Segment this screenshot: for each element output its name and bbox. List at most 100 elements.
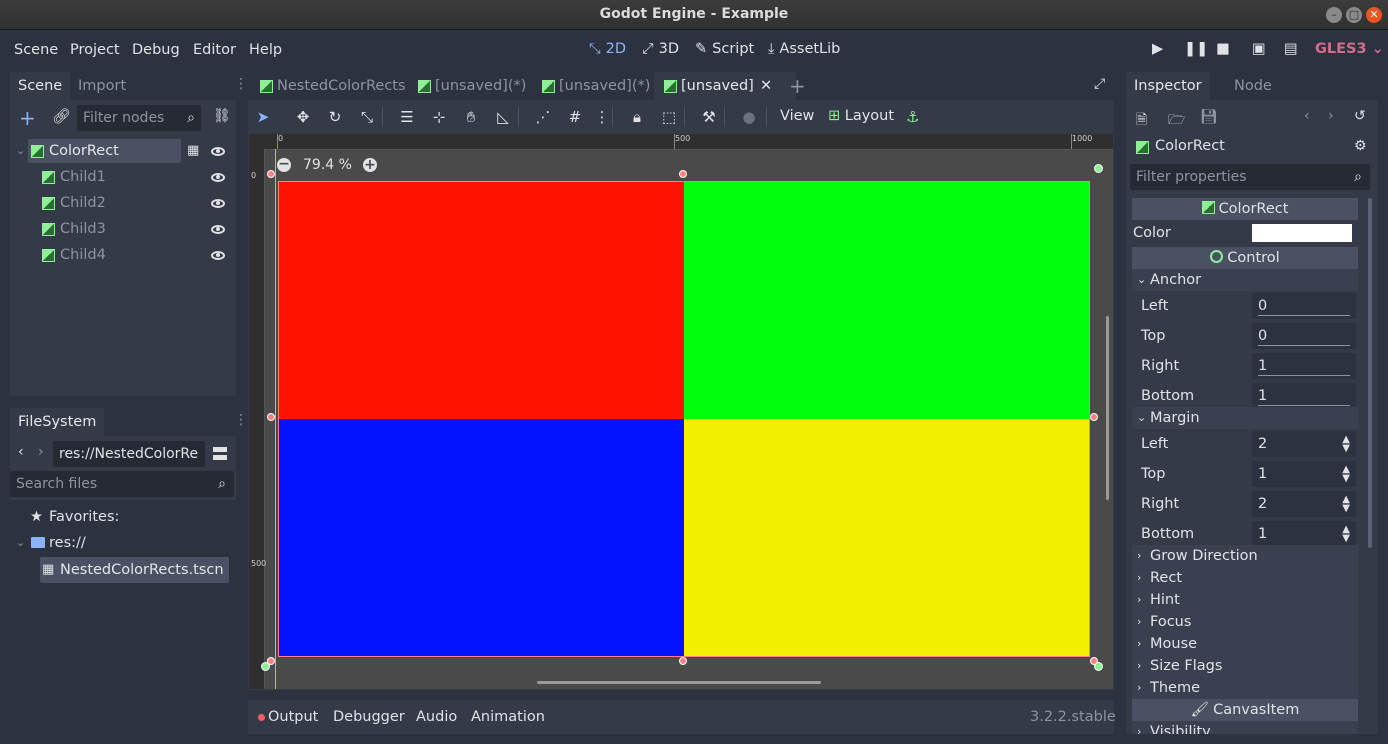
anchor-right-input[interactable]: 1 bbox=[1252, 353, 1356, 379]
group-focus[interactable]: › Focus bbox=[1132, 611, 1358, 633]
color-picker-button[interactable] bbox=[1252, 224, 1352, 242]
pause-icon[interactable]: ❚❚ bbox=[1184, 41, 1208, 57]
tree-row-child3[interactable]: Child3 bbox=[10, 216, 236, 242]
tab-audio[interactable]: Audio bbox=[416, 709, 457, 725]
back-icon[interactable]: ‹ bbox=[18, 444, 24, 460]
group-mouse[interactable]: › Mouse bbox=[1132, 633, 1358, 655]
vertical-scrollbar[interactable] bbox=[1106, 316, 1109, 500]
scene-tab-unsaved-2[interactable]: [unsaved](*) bbox=[530, 72, 670, 100]
group-size-flags[interactable]: › Size Flags bbox=[1132, 655, 1358, 677]
child3-rect[interactable] bbox=[279, 419, 684, 656]
camera-icon[interactable]: ● bbox=[736, 103, 762, 131]
inspector-scrollbar[interactable] bbox=[1368, 198, 1372, 548]
save-resource-icon[interactable]: 💾︎ bbox=[1200, 109, 1218, 125]
spin-arrows-icon[interactable]: ▲ ▼ bbox=[1342, 495, 1350, 514]
group-hint[interactable]: › Hint bbox=[1132, 589, 1358, 611]
clapboard-icon[interactable]: ▦ bbox=[187, 138, 199, 164]
layout-menu[interactable]: ⊞ Layout bbox=[828, 108, 894, 124]
inspected-object[interactable]: ColorRect bbox=[1155, 138, 1225, 154]
anchor-handle[interactable] bbox=[1094, 164, 1103, 173]
margin-right-spinbox[interactable]: 2 ▲ ▼ bbox=[1252, 491, 1356, 517]
group-rect[interactable]: › Rect bbox=[1132, 567, 1358, 589]
chevron-down-icon[interactable]: ⌄ bbox=[16, 530, 25, 556]
child2-rect[interactable] bbox=[684, 182, 1089, 419]
move-mode-icon[interactable]: ✥ bbox=[290, 103, 316, 131]
margin-left-spinbox[interactable]: 2 ▲ ▼ bbox=[1252, 431, 1356, 457]
resize-handle[interactable] bbox=[267, 170, 275, 178]
main-tab-assetlib[interactable]: ⤓ AssetLib bbox=[768, 41, 840, 57]
forward-icon[interactable]: › bbox=[38, 444, 44, 460]
menu-scene[interactable]: Scene bbox=[14, 42, 58, 58]
tab-animation[interactable]: Animation bbox=[471, 709, 545, 725]
spin-arrows-icon[interactable]: ▲ ▼ bbox=[1342, 525, 1350, 544]
scene-tab-unsaved-active[interactable]: [unsaved] ✕ bbox=[654, 72, 796, 100]
ruler-mode-icon[interactable]: ◺ bbox=[490, 103, 516, 131]
smart-snap-icon[interactable]: ⋰ bbox=[530, 103, 556, 131]
group-icon[interactable]: ⬚ bbox=[656, 103, 682, 131]
tree-row-child2[interactable]: Child2 bbox=[10, 190, 236, 216]
tab-debugger[interactable]: Debugger bbox=[333, 709, 405, 725]
resize-handle[interactable] bbox=[679, 170, 687, 178]
scene-tab-unsaved-1[interactable]: [unsaved](*) bbox=[406, 72, 546, 100]
group-margin[interactable]: ⌄ Margin bbox=[1132, 407, 1358, 429]
margin-top-spinbox[interactable]: 1 ▲ ▼ bbox=[1252, 461, 1356, 487]
horizontal-scrollbar[interactable] bbox=[537, 681, 821, 684]
new-scene-tab-icon[interactable]: + bbox=[789, 74, 806, 98]
renderer-select[interactable]: GLES3 ⌄ bbox=[1315, 41, 1384, 57]
lock-icon[interactable]: 🔒︎ bbox=[624, 103, 650, 131]
close-window-icon[interactable]: ✕ bbox=[1366, 7, 1382, 23]
resize-handle[interactable] bbox=[679, 657, 687, 665]
tree-row-child4[interactable]: Child4 bbox=[10, 242, 236, 268]
spin-arrows-icon[interactable]: ▲ ▼ bbox=[1342, 465, 1350, 484]
chevron-down-icon[interactable]: ⌄ bbox=[16, 138, 25, 164]
visibility-eye-icon[interactable] bbox=[211, 225, 225, 234]
open-resource-icon[interactable]: 🗁︎ bbox=[1168, 109, 1185, 133]
zoom-in-icon[interactable]: + bbox=[363, 158, 377, 172]
tab-node[interactable]: Node bbox=[1226, 72, 1280, 100]
menu-help[interactable]: Help bbox=[249, 42, 282, 58]
tab-filesystem[interactable]: FileSystem bbox=[10, 408, 105, 436]
file-row-nestedcolorrects[interactable]: ▦ NestedColorRects.tscn bbox=[40, 557, 229, 583]
add-node-icon[interactable]: + bbox=[19, 106, 36, 130]
anchor-left-input[interactable]: 0 bbox=[1252, 293, 1356, 319]
instance-scene-icon[interactable]: ⛓︎ bbox=[213, 108, 231, 124]
main-tab-3d[interactable]: ⤢ 3D bbox=[642, 41, 679, 57]
favorites-row[interactable]: ★ Favorites: bbox=[10, 504, 236, 530]
history-forward-icon[interactable]: › bbox=[1328, 108, 1334, 124]
tree-row-colorrect[interactable]: ⌄ ColorRect ▦ bbox=[10, 138, 236, 164]
close-tab-icon[interactable]: ✕ bbox=[760, 72, 772, 100]
tree-row-child1[interactable]: Child1 bbox=[10, 164, 236, 190]
visibility-eye-icon[interactable] bbox=[211, 147, 225, 156]
play-custom-scene-icon[interactable]: ▤ bbox=[1284, 41, 1298, 57]
anchor-handle[interactable] bbox=[1094, 662, 1103, 671]
filter-properties-input[interactable]: Filter properties ⌕ bbox=[1130, 164, 1370, 190]
main-tab-2d[interactable]: ⤡ 2D bbox=[589, 41, 626, 57]
tab-output[interactable]: Output bbox=[268, 709, 318, 725]
list-select-icon[interactable]: ☰ bbox=[394, 103, 420, 131]
filter-nodes-input[interactable]: Filter nodes ⌕ bbox=[77, 105, 201, 131]
child1-rect[interactable] bbox=[279, 182, 684, 419]
resize-handle[interactable] bbox=[267, 413, 275, 421]
menu-debug[interactable]: Debug bbox=[132, 42, 180, 58]
colorrect-bounds[interactable] bbox=[278, 181, 1090, 657]
margin-bottom-spinbox[interactable]: 1 ▲ ▼ bbox=[1252, 521, 1356, 547]
maximize-icon[interactable]: □ bbox=[1346, 7, 1362, 23]
stop-icon[interactable]: ■ bbox=[1216, 41, 1230, 57]
rotate-mode-icon[interactable]: ↻ bbox=[322, 103, 348, 131]
scale-mode-icon[interactable]: ⤡ bbox=[354, 103, 380, 131]
view-menu[interactable]: View bbox=[780, 108, 814, 124]
visibility-eye-icon[interactable] bbox=[211, 251, 225, 260]
zoom-out-icon[interactable]: − bbox=[277, 157, 291, 172]
tab-inspector[interactable]: Inspector bbox=[1126, 72, 1210, 100]
pivot-mode-icon[interactable]: ⊹ bbox=[426, 103, 452, 131]
grid-snap-icon[interactable]: # bbox=[562, 103, 588, 131]
select-mode-icon[interactable]: ➤ bbox=[250, 103, 276, 131]
anchor-handle[interactable] bbox=[261, 662, 270, 671]
menu-project[interactable]: Project bbox=[70, 42, 120, 58]
play-icon[interactable]: ▶ bbox=[1152, 41, 1163, 57]
visibility-eye-icon[interactable] bbox=[211, 199, 225, 208]
anchor-icon[interactable]: ⚓︎ bbox=[906, 108, 919, 126]
menu-editor[interactable]: Editor bbox=[193, 42, 236, 58]
bone-icon[interactable]: ⚒︎ bbox=[696, 103, 722, 131]
group-anchor[interactable]: ⌄ Anchor bbox=[1132, 269, 1358, 291]
